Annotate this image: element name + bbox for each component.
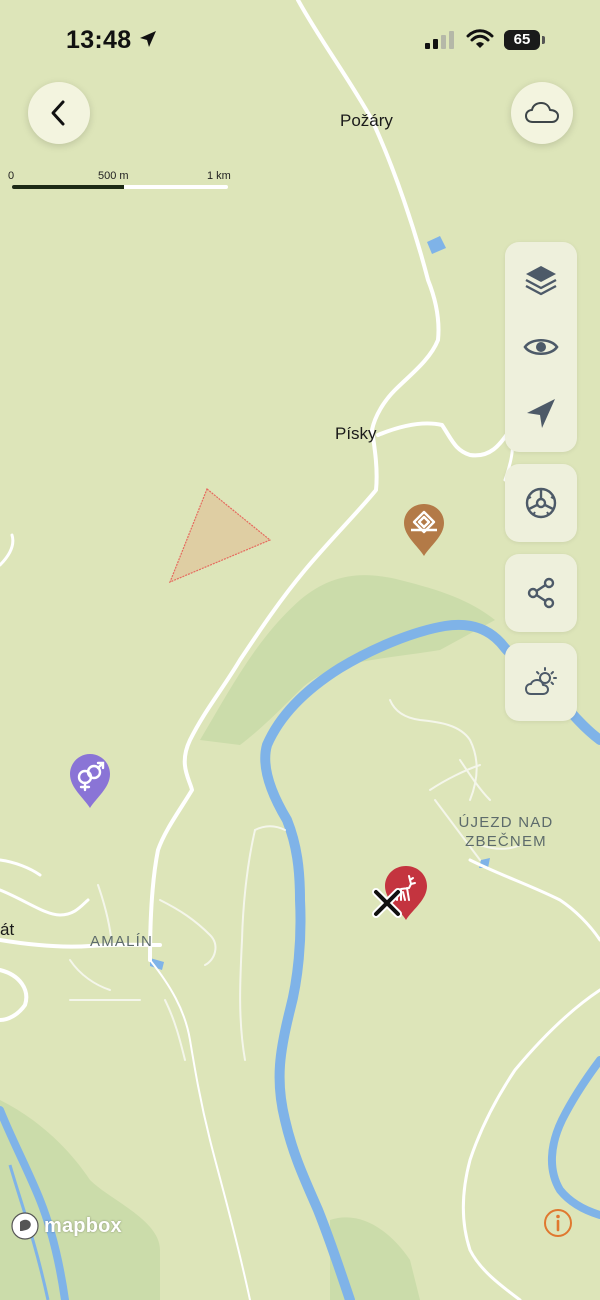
- weather-icon-wrap: [505, 652, 577, 712]
- share-button[interactable]: [505, 554, 577, 632]
- visibility-button[interactable]: [505, 317, 577, 377]
- offline-maps-button[interactable]: [511, 82, 573, 144]
- mapbox-logo-icon: [11, 1212, 39, 1240]
- road: [0, 533, 15, 567]
- eye-icon: [523, 338, 559, 356]
- path: [69, 959, 111, 991]
- path: [254, 825, 286, 831]
- river: [547, 1056, 600, 1219]
- share-icon-wrap: [505, 563, 577, 623]
- wifi-icon: [466, 29, 494, 48]
- chevron-left-icon: [51, 100, 65, 126]
- back-button[interactable]: [28, 82, 90, 144]
- selected-area: [168, 488, 272, 584]
- status-time: 13:48: [66, 26, 132, 54]
- mapbox-attribution[interactable]: mapbox: [10, 1210, 122, 1242]
- layers-button[interactable]: [505, 250, 577, 310]
- battery-nub: [542, 36, 545, 44]
- weather-button[interactable]: [505, 643, 577, 721]
- toilets-pin[interactable]: [68, 752, 112, 810]
- place-label-pozary: Požáry: [340, 111, 393, 130]
- scale-label-0: 0: [8, 170, 15, 182]
- cellular-signal-icon: [425, 31, 454, 49]
- locate-me-button[interactable]: [505, 384, 577, 444]
- place-label-pisky: Písky: [335, 424, 377, 443]
- forest-area: [0, 1100, 160, 1300]
- mapbox-wordmark: mapbox: [44, 1214, 122, 1237]
- scale-bar-track: [12, 185, 228, 189]
- share-icon: [527, 577, 555, 609]
- current-position-marker: [372, 888, 402, 918]
- village-label-line2: ZBEČNEM: [465, 833, 547, 850]
- village-label-ujezd: ÚJEZD NAD ZBEČNEM: [450, 813, 562, 851]
- scale-bar: 0 500 m 1 km: [8, 170, 238, 196]
- navigation-mode-button[interactable]: [505, 464, 577, 542]
- navigation-mode-icon-wrap: [505, 473, 577, 533]
- battery-icon: 65: [504, 30, 540, 50]
- battery-level: 65: [513, 31, 531, 48]
- pond: [427, 236, 446, 254]
- lookout-tower-pin[interactable]: [402, 502, 446, 558]
- path: [159, 899, 217, 966]
- status-bar: 13:48 65: [0, 0, 600, 80]
- scale-bar-fill: [12, 185, 124, 189]
- road: [468, 858, 600, 942]
- layers-icon: [525, 266, 557, 296]
- scale-label-1km: 1 km: [207, 170, 231, 182]
- road: [0, 968, 29, 1022]
- path: [164, 999, 186, 1061]
- road: [0, 858, 42, 877]
- location-arrow-icon: [140, 31, 156, 47]
- village-label-amalin: AMALÍN: [90, 933, 154, 950]
- scale-label-500m: 500 m: [98, 170, 129, 182]
- cloud-icon: [525, 102, 559, 123]
- path: [389, 699, 478, 801]
- weather-icon: [525, 667, 557, 695]
- road: [148, 0, 441, 962]
- info-icon[interactable]: [543, 1208, 573, 1238]
- path: [239, 829, 256, 1061]
- road: [0, 888, 90, 917]
- place-label-partial: át: [0, 920, 15, 939]
- steering-wheel-icon: [525, 487, 557, 519]
- road: [149, 959, 251, 1300]
- road: [461, 988, 600, 1300]
- navigation-arrow-icon: [527, 399, 555, 428]
- river: [260, 619, 600, 1300]
- map-controls-panel: [505, 242, 577, 452]
- village-label-line1: ÚJEZD NAD: [458, 814, 554, 831]
